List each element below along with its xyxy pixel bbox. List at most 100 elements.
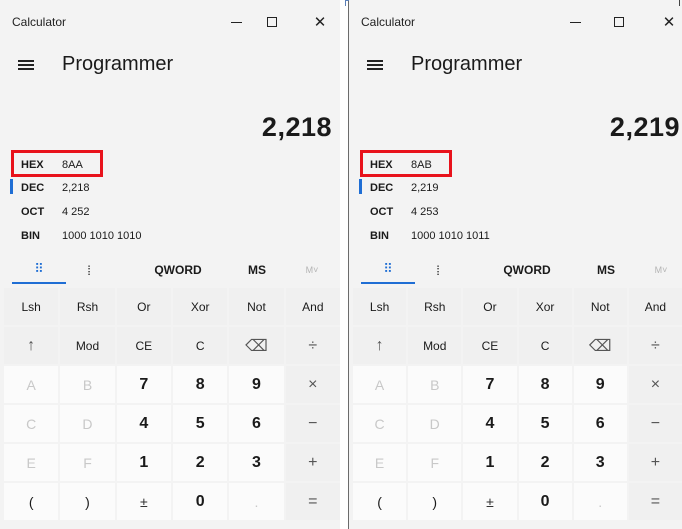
- key-shift-up[interactable]: ↑: [353, 327, 407, 364]
- radix-oct[interactable]: OCT 4 253: [349, 202, 682, 224]
- radix-bin[interactable]: BIN 1000 1010 1010: [0, 226, 340, 248]
- backspace-icon[interactable]: ⌫: [229, 327, 284, 364]
- key-plus[interactable]: +: [285, 444, 340, 481]
- key-4[interactable]: 4: [116, 405, 171, 442]
- key-d[interactable]: D: [60, 405, 115, 442]
- key-decimal[interactable]: .: [229, 483, 284, 520]
- keypad: Lsh Rsh Or Xor Not And ↑ Mod CE C ⌫ ÷ A …: [353, 288, 682, 520]
- key-2[interactable]: 2: [172, 444, 228, 481]
- key-f[interactable]: F: [408, 444, 462, 481]
- key-5[interactable]: 5: [518, 405, 572, 442]
- key-4[interactable]: 4: [463, 405, 517, 442]
- radix-oct[interactable]: OCT 4 252: [0, 202, 340, 224]
- key-negate[interactable]: ±: [463, 483, 517, 520]
- key-close-paren[interactable]: ): [60, 483, 115, 520]
- key-or[interactable]: Or: [116, 288, 171, 325]
- key-1[interactable]: 1: [463, 444, 517, 481]
- key-f[interactable]: F: [60, 444, 115, 481]
- key-negate[interactable]: ±: [116, 483, 171, 520]
- key-close-paren[interactable]: ): [408, 483, 462, 520]
- key-ce[interactable]: CE: [116, 327, 171, 364]
- bit-toggle-tab[interactable]: ⁞: [66, 256, 112, 284]
- full-keypad-tab[interactable]: ⠿: [361, 256, 415, 284]
- key-equals[interactable]: =: [628, 483, 682, 520]
- key-xor[interactable]: Xor: [518, 288, 572, 325]
- key-8[interactable]: 8: [172, 366, 228, 403]
- radix-value: 1000 1010 1010: [62, 230, 142, 242]
- key-0[interactable]: 0: [172, 483, 228, 520]
- word-size-button[interactable]: QWORD: [138, 256, 218, 284]
- memory-store-button[interactable]: MS: [232, 256, 282, 284]
- radix-label: DEC: [370, 182, 394, 194]
- key-7[interactable]: 7: [463, 366, 517, 403]
- key-open-paren[interactable]: (: [4, 483, 59, 520]
- key-e[interactable]: E: [4, 444, 59, 481]
- memory-view-button[interactable]: M˅: [290, 256, 334, 284]
- backspace-icon[interactable]: ⌫: [573, 327, 627, 364]
- key-shift-up[interactable]: ↑: [4, 327, 59, 364]
- key-divide[interactable]: ÷: [285, 327, 340, 364]
- key-minus[interactable]: −: [285, 405, 340, 442]
- key-lsh[interactable]: Lsh: [353, 288, 407, 325]
- key-decimal[interactable]: .: [573, 483, 627, 520]
- key-6[interactable]: 6: [573, 405, 627, 442]
- maximize-button[interactable]: [258, 8, 286, 36]
- minimize-button[interactable]: [222, 8, 250, 36]
- key-lsh[interactable]: Lsh: [4, 288, 59, 325]
- key-not[interactable]: Not: [573, 288, 627, 325]
- key-a[interactable]: A: [353, 366, 407, 403]
- key-plus[interactable]: +: [628, 444, 682, 481]
- maximize-button[interactable]: [605, 8, 633, 36]
- key-2[interactable]: 2: [518, 444, 572, 481]
- corner-mark: [670, 0, 680, 6]
- key-5[interactable]: 5: [172, 405, 228, 442]
- key-b[interactable]: B: [60, 366, 115, 403]
- key-8[interactable]: 8: [518, 366, 572, 403]
- word-size-button[interactable]: QWORD: [487, 256, 567, 284]
- key-ce[interactable]: CE: [463, 327, 517, 364]
- key-hex-c[interactable]: C: [4, 405, 59, 442]
- minimize-button[interactable]: [561, 8, 589, 36]
- key-c[interactable]: C: [518, 327, 572, 364]
- radix-bin[interactable]: BIN 1000 1010 1011: [349, 226, 682, 248]
- hamburger-menu-icon[interactable]: [18, 58, 34, 72]
- key-mod[interactable]: Mod: [408, 327, 462, 364]
- key-and[interactable]: And: [285, 288, 340, 325]
- key-7[interactable]: 7: [116, 366, 171, 403]
- key-c[interactable]: C: [172, 327, 228, 364]
- key-0[interactable]: 0: [518, 483, 572, 520]
- key-divide[interactable]: ÷: [628, 327, 682, 364]
- key-b[interactable]: B: [408, 366, 462, 403]
- key-e[interactable]: E: [353, 444, 407, 481]
- key-a[interactable]: A: [4, 366, 59, 403]
- key-not[interactable]: Not: [229, 288, 284, 325]
- radix-dec[interactable]: DEC 2,218: [0, 178, 340, 200]
- key-1[interactable]: 1: [116, 444, 171, 481]
- key-9[interactable]: 9: [229, 366, 284, 403]
- key-3[interactable]: 3: [229, 444, 284, 481]
- key-and[interactable]: And: [628, 288, 682, 325]
- memory-view-button[interactable]: M˅: [639, 256, 682, 284]
- key-open-paren[interactable]: (: [353, 483, 407, 520]
- key-rsh[interactable]: Rsh: [408, 288, 462, 325]
- key-rsh[interactable]: Rsh: [60, 288, 115, 325]
- key-mod[interactable]: Mod: [60, 327, 115, 364]
- key-or[interactable]: Or: [463, 288, 517, 325]
- radix-dec[interactable]: DEC 2,219: [349, 178, 682, 200]
- hamburger-menu-icon[interactable]: [367, 58, 383, 72]
- key-d[interactable]: D: [408, 405, 462, 442]
- key-9[interactable]: 9: [573, 366, 627, 403]
- key-hex-c[interactable]: C: [353, 405, 407, 442]
- key-equals[interactable]: =: [285, 483, 340, 520]
- key-minus[interactable]: −: [628, 405, 682, 442]
- close-button[interactable]: ✕: [306, 8, 334, 36]
- key-multiply[interactable]: ×: [285, 366, 340, 403]
- close-button[interactable]: ✕: [655, 8, 682, 36]
- full-keypad-tab[interactable]: ⠿: [12, 256, 66, 284]
- memory-store-button[interactable]: MS: [581, 256, 631, 284]
- key-3[interactable]: 3: [573, 444, 627, 481]
- bit-toggle-tab[interactable]: ⁞: [415, 256, 461, 284]
- key-multiply[interactable]: ×: [628, 366, 682, 403]
- key-6[interactable]: 6: [229, 405, 284, 442]
- key-xor[interactable]: Xor: [172, 288, 228, 325]
